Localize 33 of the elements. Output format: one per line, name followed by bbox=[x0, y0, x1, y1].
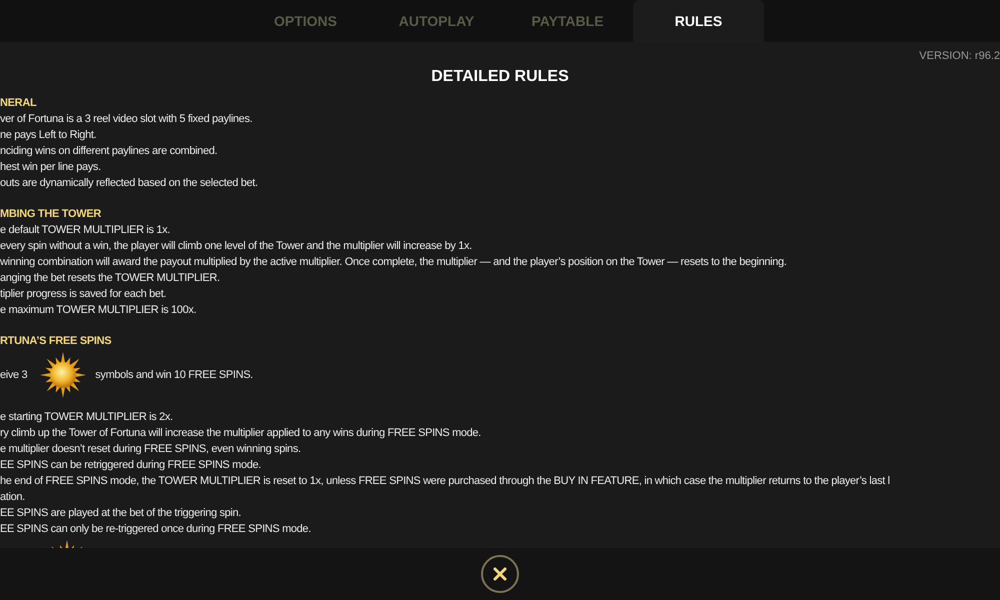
tab[interactable]: PAYTABLE bbox=[502, 0, 633, 42]
section-heading: RTUNA’S FREE SPINS bbox=[0, 334, 112, 349]
rule-text: he end of FREE SPINS mode, the TOWER MULTIPLIER is reset to 1x, unless FREE SPINS were purchased through the BUY IN FEATURE, in which case the multiplier returns to the player’s last l bbox=[0, 474, 890, 489]
rule-text: e starting TOWER MULTIPLIER is 2x. bbox=[0, 410, 173, 425]
close-button[interactable] bbox=[481, 555, 519, 593]
rule-text: every spin without a win, the player will climb one level of the Tower and the multiplier will increase by 1x. bbox=[0, 239, 472, 254]
rule-text: e multiplier doesn’t reset during FREE SPINS, even winning spins. bbox=[0, 442, 301, 457]
tab[interactable]: AUTOPLAY bbox=[371, 0, 502, 42]
version-label: VERSION: r96.2 bbox=[919, 50, 1000, 62]
rule-text: e default TOWER MULTIPLIER is 1x. bbox=[0, 223, 170, 238]
page-title: DETAILED RULES bbox=[430, 68, 570, 87]
rule-text: eive 3 bbox=[0, 369, 28, 381]
sun-icon bbox=[39, 351, 88, 399]
rule-text: e maximum TOWER MULTIPLIER is 100x. bbox=[0, 303, 196, 318]
rule-text: ation. bbox=[0, 490, 25, 505]
rule-text: EE SPINS can be retriggered during FREE SPINS mode. bbox=[0, 458, 261, 473]
rule-text: hest win per line pays. bbox=[0, 160, 101, 175]
section-heading: NERAL bbox=[0, 96, 36, 111]
rule-text: outs are dynamically reflected based on the selected bet. bbox=[0, 176, 258, 191]
rule-text: ry climb up the Tower of Fortuna will increase the multiplier applied to any wins during FREE SPINS mode. bbox=[0, 426, 481, 441]
rule-text: tiplier progress is saved for each bet. bbox=[0, 287, 166, 302]
section-heading: MBING THE TOWER bbox=[0, 207, 102, 222]
rule-text: EE SPINS are played at the bet of the triggering spin. bbox=[0, 506, 241, 521]
close-icon bbox=[492, 566, 508, 582]
rule-text: symbols and win 10 FREE SPINS. bbox=[95, 369, 253, 381]
rule-text: nciding wins on different paylines are combined. bbox=[0, 144, 218, 159]
tab[interactable]: RULES bbox=[633, 0, 764, 42]
rule-text: winning combination will award the payout multiplied by the active multiplier. Once complete, the multiplier — and the player’s position on the Tower — resets to the beginning. bbox=[0, 255, 786, 270]
rule-text: ne pays Left to Right. bbox=[0, 128, 96, 143]
tab[interactable]: OPTIONS bbox=[240, 0, 371, 42]
rule-text: EE SPINS can only be re-triggered once during FREE SPINS mode. bbox=[0, 522, 311, 537]
rule-text: anging the bet resets the TOWER MULTIPLIER. bbox=[0, 271, 220, 286]
rule-text: ver of Fortuna is a 3 reel video slot with 5 fixed paylines. bbox=[0, 112, 252, 127]
